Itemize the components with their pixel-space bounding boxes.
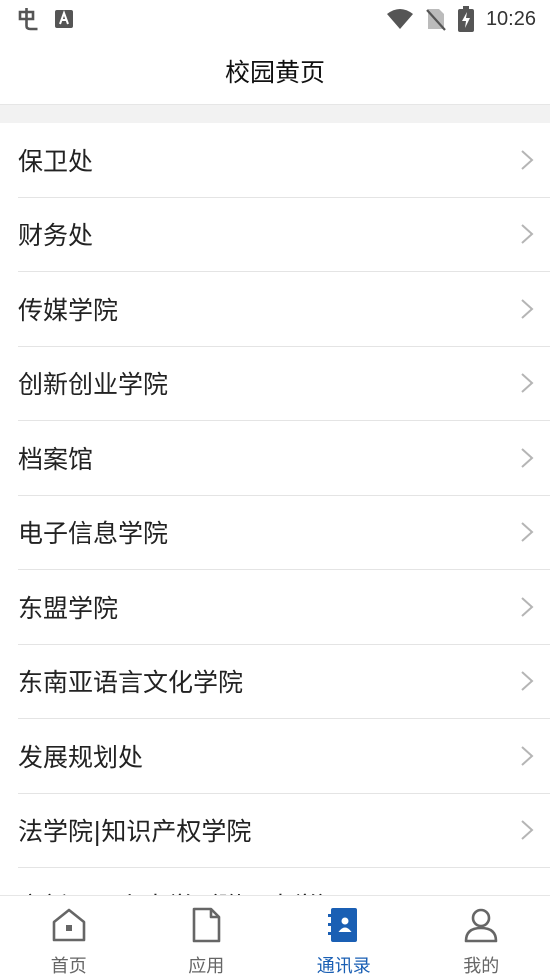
contacts-book-icon xyxy=(325,906,363,944)
battery-charging-icon xyxy=(458,6,474,32)
no-sim-icon xyxy=(426,7,446,31)
tab-label: 首页 xyxy=(51,952,87,978)
chevron-right-icon xyxy=(520,745,534,767)
tab-contacts[interactable]: 通讯录 xyxy=(275,896,413,980)
title-bar: 校园黄页 xyxy=(0,38,550,105)
list-item-label: 高新区日上中学（附属中学） xyxy=(18,887,343,895)
tab-label: 通讯录 xyxy=(317,952,371,978)
list-item-label: 东南亚语言文化学院 xyxy=(18,663,243,699)
app-a-notification-icon xyxy=(54,9,74,29)
status-left xyxy=(16,6,74,32)
tab-apps[interactable]: 应用 xyxy=(138,896,276,980)
person-icon xyxy=(462,906,500,944)
list-item[interactable]: 电子信息学院 xyxy=(18,496,550,571)
status-time: 10:26 xyxy=(486,8,536,31)
page-title: 校园黄页 xyxy=(225,53,325,89)
bottom-tab-bar: 首页 应用 通讯录 我的 xyxy=(0,895,550,980)
home-icon xyxy=(50,906,88,944)
chevron-right-icon xyxy=(520,447,534,469)
chevron-right-icon xyxy=(520,372,534,394)
list-item-label: 发展规划处 xyxy=(18,738,143,774)
tab-profile[interactable]: 我的 xyxy=(413,896,550,980)
status-right: 10:26 xyxy=(386,6,536,32)
status-bar: 10:26 xyxy=(0,0,550,38)
list-item-label: 保卫处 xyxy=(18,142,93,178)
chevron-right-icon xyxy=(520,521,534,543)
chevron-right-icon xyxy=(520,298,534,320)
list-item-label: 创新创业学院 xyxy=(18,365,168,401)
list-item-label: 电子信息学院 xyxy=(18,514,168,550)
list-item[interactable]: 东南亚语言文化学院 xyxy=(18,645,550,720)
chevron-right-icon xyxy=(520,223,534,245)
list-item[interactable]: 创新创业学院 xyxy=(18,347,550,422)
list-item[interactable]: 高新区日上中学（附属中学） xyxy=(18,868,550,895)
document-icon xyxy=(187,906,225,944)
list-item-label: 法学院|知识产权学院 xyxy=(18,812,251,848)
tab-label: 我的 xyxy=(463,952,499,978)
list-item[interactable]: 档案馆 xyxy=(18,421,550,496)
department-list[interactable]: 保卫处 财务处 传媒学院 创新创业学院 档案馆 电子信息学院 东盟学院 东南亚语… xyxy=(0,123,550,895)
list-item-label: 东盟学院 xyxy=(18,589,118,625)
list-item[interactable]: 财务处 xyxy=(18,198,550,273)
tab-home[interactable]: 首页 xyxy=(0,896,138,980)
tab-label: 应用 xyxy=(188,952,224,978)
chevron-right-icon xyxy=(520,149,534,171)
list-item-label: 档案馆 xyxy=(18,440,93,476)
list-item-label: 财务处 xyxy=(18,216,93,252)
bug-notification-icon xyxy=(16,6,42,32)
list-item[interactable]: 传媒学院 xyxy=(18,272,550,347)
chevron-right-icon xyxy=(520,819,534,841)
list-item[interactable]: 发展规划处 xyxy=(18,719,550,794)
chevron-right-icon xyxy=(520,596,534,618)
list-item-label: 传媒学院 xyxy=(18,291,118,327)
chevron-right-icon xyxy=(520,670,534,692)
list-item[interactable]: 东盟学院 xyxy=(18,570,550,645)
list-item[interactable]: 保卫处 xyxy=(18,123,550,198)
section-divider xyxy=(0,105,550,123)
wifi-icon xyxy=(386,8,414,30)
list-item[interactable]: 法学院|知识产权学院 xyxy=(18,794,550,869)
